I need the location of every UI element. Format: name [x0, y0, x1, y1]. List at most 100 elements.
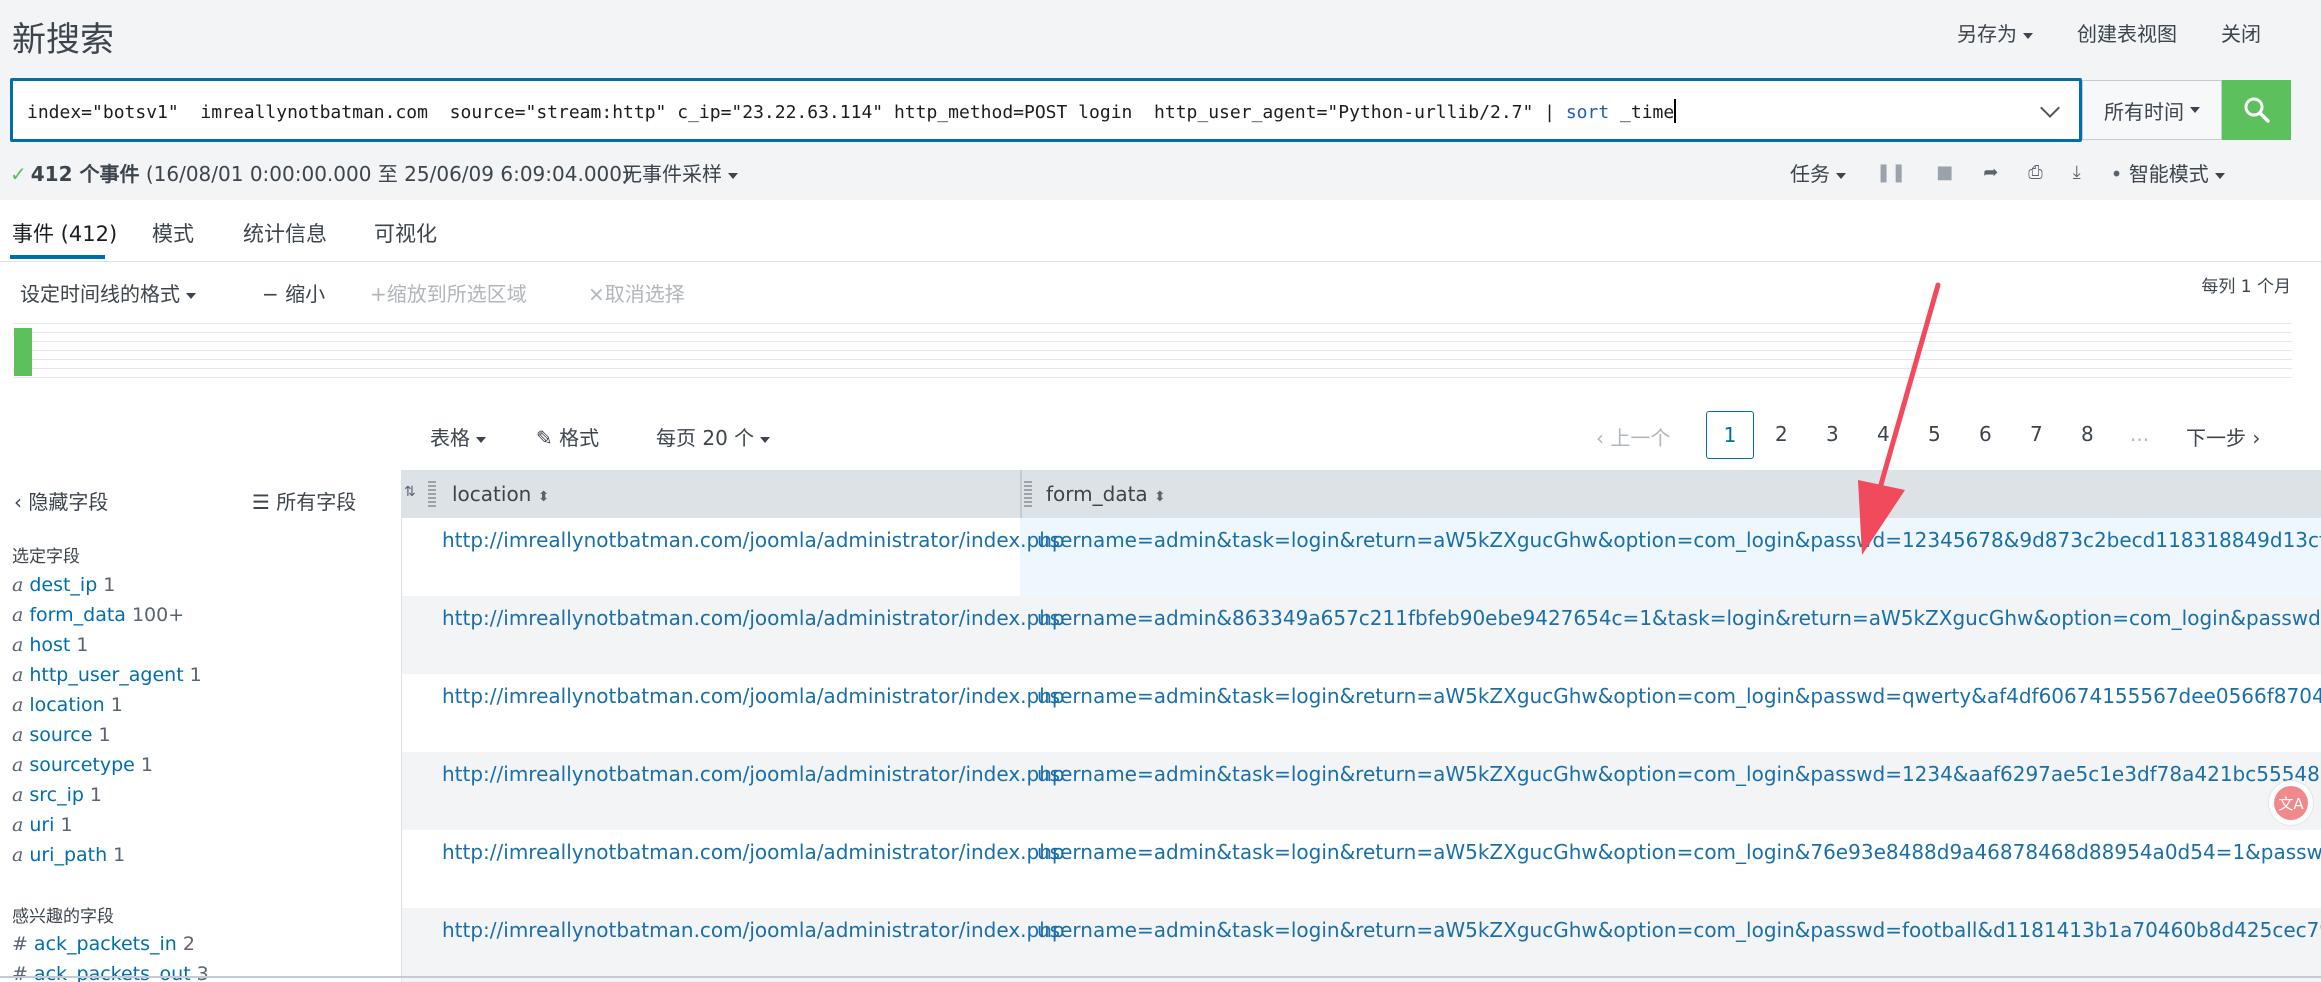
cell-location[interactable]: http://imreallynotbatman.com/joomla/admi… — [442, 918, 1065, 942]
chevron-down-icon — [1836, 172, 1846, 179]
zoom-to-selection-button[interactable]: +缩放到所选区域 — [370, 278, 527, 307]
cell-location[interactable]: http://imreallynotbatman.com/joomla/admi… — [442, 684, 1065, 708]
tab-visualization[interactable]: 可视化 — [374, 218, 437, 248]
field-item[interactable]: a sourcetype 1 — [12, 754, 153, 776]
check-icon: ✓ — [10, 162, 27, 186]
page-1-button[interactable]: 1 — [1706, 411, 1754, 459]
prev-page-button[interactable]: ‹ 上一个 — [1596, 422, 1670, 451]
field-item[interactable]: a uri_path 1 — [12, 844, 125, 866]
sampling-label: 无事件采样 — [622, 162, 722, 186]
pager-ellipsis: ... — [2130, 422, 2150, 446]
save-as-button[interactable]: 另存为 — [1957, 18, 2033, 47]
cell-form-data[interactable]: username=admin&task=login&return=aW5kZXg… — [1037, 684, 2321, 708]
export-icon[interactable]: ⤓ — [2073, 162, 2081, 183]
hide-fields-button[interactable]: ‹ 隐藏字段 — [14, 486, 108, 515]
field-count: 1 — [189, 664, 202, 686]
cell-form-data[interactable]: username=admin&863349a657c211fbfeb90ebe9… — [1037, 606, 2321, 630]
sort-handle-icon[interactable]: ⇅ — [404, 484, 416, 500]
timeline-format-dropdown[interactable]: 设定时间线的格式 — [20, 278, 196, 307]
page-5-button[interactable]: 5 — [1928, 422, 1941, 446]
results-toolbar — [0, 400, 2321, 466]
cell-location[interactable]: http://imreallynotbatman.com/joomla/admi… — [442, 528, 1065, 552]
create-table-view-button[interactable]: 创建表视图 — [2077, 18, 2177, 47]
share-icon[interactable]: ➦ — [1983, 162, 1998, 183]
cell-location[interactable]: http://imreallynotbatman.com/joomla/admi… — [442, 606, 1065, 630]
next-page-label: 下一步 — [2186, 426, 2246, 450]
sampling-dropdown[interactable]: 无事件采样 — [622, 158, 738, 187]
all-fields-label: 所有字段 — [276, 490, 357, 514]
page-8-button[interactable]: 8 — [2081, 422, 2094, 446]
deselect-button[interactable]: ×取消选择 — [588, 278, 685, 307]
search-query[interactable]: index="botsv1" imreallynotbatman.com sou… — [27, 99, 1677, 123]
page-2-button[interactable]: 2 — [1775, 422, 1788, 446]
smart-mode-dropdown[interactable]: • 智能模式 — [2111, 158, 2225, 187]
job-dropdown[interactable]: 任务 — [1790, 158, 1846, 187]
next-page-button[interactable]: 下一步 › — [2186, 422, 2260, 451]
search-input[interactable]: index="botsv1" imreallynotbatman.com sou… — [10, 78, 2082, 142]
cell-form-data[interactable]: username=admin&task=login&return=aW5kZXg… — [1037, 918, 2321, 942]
time-range-picker[interactable]: 所有时间 — [2082, 80, 2222, 140]
tab-patterns[interactable]: 模式 — [152, 218, 194, 248]
field-count: 2 — [182, 933, 195, 955]
page-7-button[interactable]: 7 — [2030, 422, 2043, 446]
column-header-form-data[interactable]: form_data ⬍ — [1046, 482, 1166, 506]
chevron-down-icon[interactable] — [2040, 98, 2060, 118]
chevron-left-icon: ‹ — [14, 490, 22, 514]
field-item[interactable]: a source 1 — [12, 724, 111, 746]
cell-location[interactable]: http://imreallynotbatman.com/joomla/admi… — [442, 840, 1065, 864]
field-count: 1 — [113, 844, 126, 866]
close-button[interactable]: 关闭 — [2221, 18, 2261, 47]
close-icon: × — [588, 282, 605, 306]
page-4-button[interactable]: 4 — [1877, 422, 1890, 446]
tab-statistics[interactable]: 统计信息 — [243, 218, 327, 248]
field-type-icon: a — [12, 694, 24, 716]
cell-form-data[interactable]: username=admin&task=login&return=aW5kZXg… — [1037, 762, 2321, 786]
all-fields-button[interactable]: ☰ 所有字段 — [252, 486, 356, 515]
prev-page-label: 上一个 — [1610, 426, 1671, 450]
field-count: 1 — [76, 634, 89, 656]
column-header-location[interactable]: location ⬍ — [452, 482, 549, 506]
cell-location[interactable]: http://imreallynotbatman.com/joomla/admi… — [442, 762, 1065, 786]
page-6-button[interactable]: 6 — [1979, 422, 1992, 446]
field-item[interactable]: a location 1 — [12, 694, 123, 716]
page-3-button[interactable]: 3 — [1826, 422, 1839, 446]
column-drag-handle[interactable] — [428, 479, 436, 507]
zoom-out-button[interactable]: − 缩小 — [262, 278, 325, 307]
cell-form-data[interactable]: username=admin&task=login&return=aW5kZXg… — [1037, 840, 2321, 864]
search-button[interactable] — [2222, 80, 2291, 140]
sort-icon: ⬍ — [537, 489, 550, 505]
timeline-bar-column[interactable] — [14, 328, 32, 376]
search-icon — [2244, 97, 2270, 123]
format-button[interactable]: ✎ 格式 — [536, 422, 599, 451]
translate-icon[interactable]: 文A — [2268, 780, 2314, 826]
field-type-icon: a — [12, 664, 24, 686]
chevron-down-icon — [760, 436, 771, 443]
smart-mode-label: 智能模式 — [2128, 162, 2209, 186]
field-type-icon: a — [12, 724, 24, 746]
chevron-left-icon: ‹ — [1596, 426, 1604, 450]
pause-icon[interactable]: ❚❚ — [1876, 162, 1906, 183]
field-type-icon: a — [12, 784, 24, 806]
tab-events[interactable]: 事件 (412) — [12, 218, 117, 248]
field-item[interactable]: a uri 1 — [12, 814, 73, 836]
selected-fields-header: 选定字段 — [12, 547, 80, 567]
field-item[interactable]: a http_user_agent 1 — [12, 664, 202, 686]
column-divider[interactable] — [1020, 470, 1022, 518]
field-item[interactable]: a src_ip 1 — [12, 784, 102, 806]
field-item[interactable]: a host 1 — [12, 634, 88, 656]
column-drag-handle[interactable] — [1024, 479, 1032, 507]
table-view-dropdown[interactable]: 表格 — [430, 422, 486, 451]
field-item[interactable]: a form_data 100+ — [12, 604, 184, 626]
field-count: 1 — [140, 754, 153, 776]
field-count: 3 — [196, 963, 209, 982]
field-item[interactable]: a dest_ip 1 — [12, 574, 115, 596]
stop-icon[interactable]: ■ — [1936, 162, 1953, 183]
tab-bar — [0, 200, 2321, 262]
field-item[interactable]: # ack_packets_out 3 — [12, 963, 209, 982]
field-item[interactable]: # ack_packets_in 2 — [12, 933, 195, 955]
time-range-label: 所有时间 — [2104, 99, 2184, 124]
cell-form-data[interactable]: username=admin&task=login&return=aW5kZXg… — [1037, 528, 2321, 552]
table-view-label: 表格 — [430, 426, 470, 450]
print-icon[interactable]: ⎙ — [2028, 162, 2042, 183]
per-page-dropdown[interactable]: 每页 20 个 — [656, 422, 771, 451]
